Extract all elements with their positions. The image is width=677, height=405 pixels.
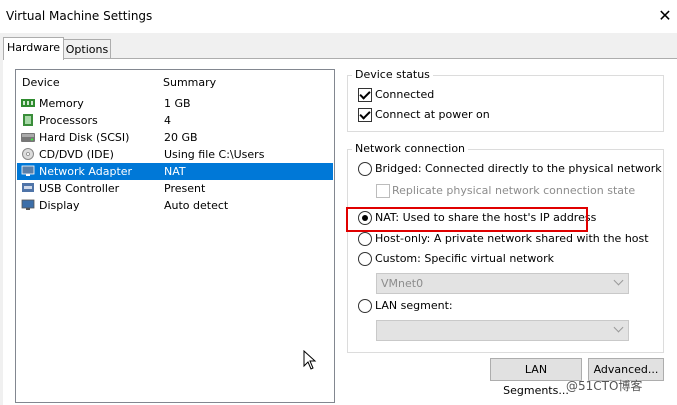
bridged-label[interactable]: Bridged: Connected directly to the physi…	[375, 162, 662, 175]
lan-segment-radio[interactable]	[358, 299, 372, 313]
replicate-label: Replicate physical network connection st…	[392, 184, 636, 197]
device-summary: 1 GB	[164, 97, 191, 110]
device-row-memory[interactable]: Memory 1 GB	[17, 95, 333, 112]
chevron-down-icon	[613, 322, 624, 333]
device-status-group	[347, 75, 664, 132]
custom-network-value: VMnet0	[381, 277, 424, 290]
lan-segment-select[interactable]	[376, 320, 629, 341]
device-summary: 4	[164, 114, 171, 127]
connected-checkbox[interactable]	[358, 88, 372, 102]
title-bar: Virtual Machine Settings ✕	[0, 0, 677, 33]
device-row-display[interactable]: Display Auto detect	[17, 197, 333, 214]
device-name: Display	[39, 199, 80, 212]
device-row-hard-disk[interactable]: Hard Disk (SCSI) 20 GB	[17, 129, 333, 146]
device-summary: NAT	[164, 165, 186, 178]
host-only-radio[interactable]	[358, 232, 372, 246]
device-summary: Auto detect	[164, 199, 229, 212]
lan-segment-label[interactable]: LAN segment:	[375, 299, 453, 312]
window-title: Virtual Machine Settings	[6, 9, 153, 23]
display-icon	[21, 199, 35, 210]
device-row-processors[interactable]: Processors 4	[17, 112, 333, 129]
connect-at-power-on-label[interactable]: Connect at power on	[375, 108, 490, 121]
device-summary: Present	[164, 182, 206, 195]
host-only-label[interactable]: Host-only: A private network shared with…	[375, 232, 649, 245]
device-name: Memory	[39, 97, 84, 110]
device-row-cd-dvd[interactable]: CD/DVD (IDE) Using file C:\Users	[17, 146, 333, 163]
processor-icon	[23, 114, 33, 126]
bridged-radio[interactable]	[358, 162, 372, 176]
mouse-cursor-icon	[303, 350, 317, 370]
nat-highlight-box	[346, 207, 588, 232]
device-summary: Using file C:\Users	[164, 148, 265, 161]
tab-hardware[interactable]: Hardware	[3, 37, 64, 60]
hard-disk-icon	[21, 133, 35, 142]
close-icon[interactable]: ✕	[654, 5, 676, 27]
connected-label[interactable]: Connected	[375, 88, 434, 101]
network-connection-title: Network connection	[352, 142, 469, 155]
custom-label[interactable]: Custom: Specific virtual network	[375, 252, 554, 265]
device-name: Network Adapter	[39, 165, 133, 178]
device-name: Hard Disk (SCSI)	[39, 131, 130, 144]
device-name: CD/DVD (IDE)	[39, 148, 114, 161]
custom-network-select[interactable]: VMnet0	[376, 273, 629, 294]
tab-options[interactable]: Options	[63, 39, 111, 59]
device-status-title: Device status	[352, 68, 433, 81]
device-name: Processors	[39, 114, 98, 127]
custom-radio[interactable]	[358, 252, 372, 266]
usb-icon	[22, 183, 34, 192]
device-row-network-adapter[interactable]: Network Adapter NAT	[17, 163, 333, 180]
connect-at-power-on-checkbox[interactable]	[358, 108, 372, 122]
summary-column-header[interactable]: Summary	[163, 76, 216, 89]
device-summary: 20 GB	[164, 131, 198, 144]
device-column-header[interactable]: Device	[22, 76, 60, 89]
device-row-usb-controller[interactable]: USB Controller Present	[17, 180, 333, 197]
memory-icon	[21, 99, 35, 107]
network-adapter-icon	[21, 165, 35, 176]
cd-dvd-icon	[22, 148, 34, 160]
chevron-down-icon	[613, 275, 624, 286]
replicate-checkbox[interactable]	[376, 184, 390, 198]
device-list[interactable]: Device Summary Memory 1 GB Processors 4 …	[15, 69, 335, 403]
watermark: @51CTO博客	[566, 379, 643, 393]
device-name: USB Controller	[39, 182, 120, 195]
